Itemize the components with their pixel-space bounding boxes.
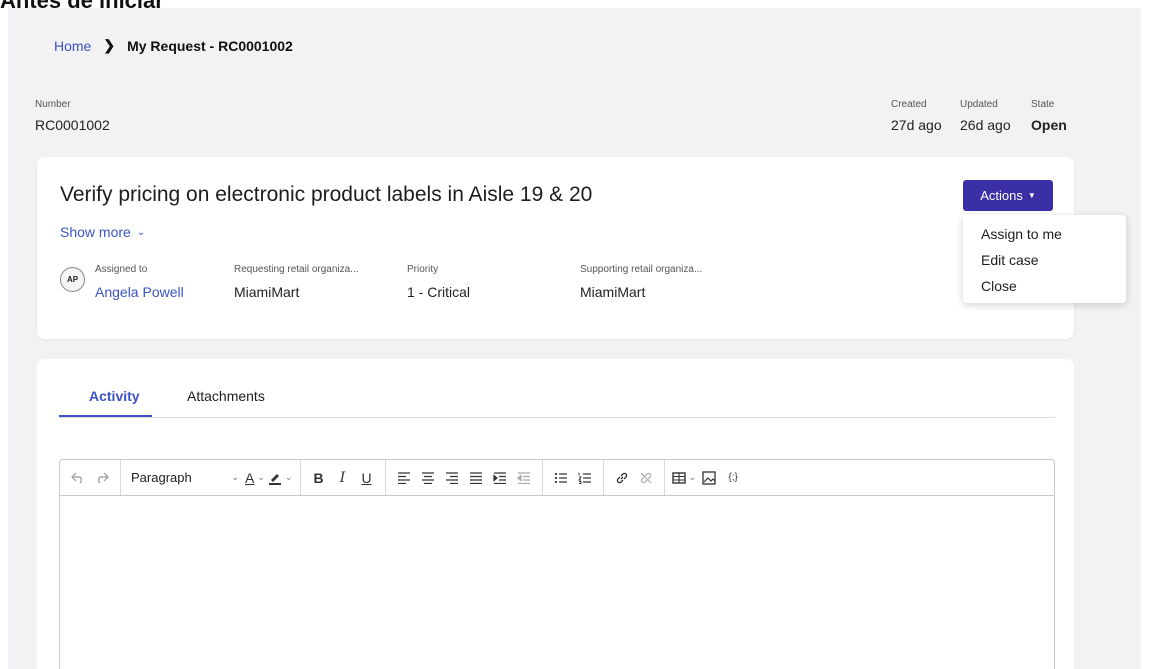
editor-content-area[interactable] — [60, 496, 1054, 669]
chevron-right-icon: ❯ — [103, 37, 116, 53]
show-more-label: Show more — [60, 224, 131, 240]
table-icon[interactable]: ⌄ — [671, 466, 697, 490]
case-card: Verify pricing on electronic product lab… — [37, 157, 1074, 339]
numbered-list-icon[interactable] — [574, 466, 596, 490]
link-icon[interactable] — [611, 466, 633, 490]
menu-item-edit-case[interactable]: Edit case — [963, 251, 1126, 277]
tab-activity[interactable]: Activity — [89, 388, 140, 404]
menu-item-assign-to-me[interactable]: Assign to me — [963, 225, 1126, 251]
active-tab-indicator — [59, 415, 152, 417]
activity-card: Activity Attachments Paragraph ⌄ A ⌄ ⌄ B… — [37, 359, 1074, 669]
breadcrumb: Home ❯ My Request - RC0001002 — [54, 37, 293, 54]
priority-label: Priority — [407, 264, 439, 275]
block-format-value: Paragraph — [131, 470, 192, 485]
source-code-icon[interactable]: {;} — [722, 466, 744, 490]
image-icon[interactable] — [698, 466, 720, 490]
justify-icon[interactable] — [465, 466, 487, 490]
redo-icon[interactable] — [91, 466, 113, 490]
number-value: RC0001002 — [35, 117, 110, 133]
chevron-down-icon: ⌄ — [231, 472, 239, 482]
unlink-icon[interactable] — [635, 466, 657, 490]
chevron-down-icon: ⌄ — [136, 226, 146, 238]
created-label: Created — [891, 99, 927, 110]
tab-bar: Activity Attachments — [59, 381, 1055, 418]
show-more-link[interactable]: Show more ⌄ — [60, 224, 145, 240]
assigned-to-link[interactable]: Angela Powell — [95, 284, 184, 300]
insert-group: ⌄ {;} — [665, 460, 752, 495]
history-group — [60, 460, 121, 495]
breadcrumb-home-link[interactable]: Home — [54, 38, 91, 54]
caret-down-icon: ▼ — [1027, 191, 1036, 200]
underline-icon[interactable]: U — [356, 466, 378, 490]
align-center-icon[interactable] — [417, 466, 439, 490]
chevron-down-icon: ⌄ — [688, 472, 697, 482]
chevron-down-icon: ⌄ — [285, 472, 293, 482]
bold-icon[interactable]: B — [308, 466, 330, 490]
chevron-down-icon: ⌄ — [257, 472, 265, 482]
alignment-group — [386, 460, 543, 495]
requesting-org-label: Requesting retail organiza... — [234, 264, 359, 275]
updated-value: 26d ago — [960, 117, 1011, 133]
bullet-list-icon[interactable] — [550, 466, 572, 490]
align-right-icon[interactable] — [441, 466, 463, 490]
text-color-glyph: A — [245, 469, 255, 486]
breadcrumb-current: My Request - RC0001002 — [127, 37, 293, 54]
list-group — [543, 460, 604, 495]
style-group: B I U — [301, 460, 386, 495]
tab-attachments[interactable]: Attachments — [187, 388, 265, 404]
actions-label: Actions — [980, 188, 1023, 203]
supporting-org-label: Supporting retail organiza... — [580, 264, 703, 275]
app-window: Home ❯ My Request - RC0001002 Number RC0… — [8, 8, 1141, 669]
highlight-icon[interactable]: ⌄ — [268, 466, 293, 490]
editor-toolbar: Paragraph ⌄ A ⌄ ⌄ B I U ⌄ {;} — [60, 460, 1054, 496]
outdent-icon[interactable] — [513, 466, 535, 490]
priority-value: 1 - Critical — [407, 284, 471, 300]
italic-icon[interactable]: I — [332, 466, 354, 490]
supporting-org-value: MiamiMart — [580, 284, 646, 300]
rich-text-editor: Paragraph ⌄ A ⌄ ⌄ B I U ⌄ {;} — [59, 459, 1055, 669]
requesting-org-value: MiamiMart — [234, 284, 300, 300]
actions-dropdown-menu: Assign to me Edit case Close — [963, 215, 1126, 303]
menu-item-close[interactable]: Close — [963, 277, 1126, 303]
indent-icon[interactable] — [489, 466, 511, 490]
updated-label: Updated — [960, 99, 998, 110]
actions-button[interactable]: Actions ▼ — [963, 180, 1053, 211]
avatar: AP — [60, 267, 85, 292]
text-color-icon[interactable]: A ⌄ — [244, 466, 266, 490]
state-value: Open — [1031, 117, 1067, 133]
format-group: Paragraph ⌄ A ⌄ ⌄ — [121, 460, 301, 495]
align-left-icon[interactable] — [393, 466, 415, 490]
link-group — [604, 460, 665, 495]
case-title: Verify pricing on electronic product lab… — [60, 183, 593, 206]
number-label: Number — [35, 99, 71, 110]
block-format-select[interactable]: Paragraph ⌄ — [127, 470, 243, 485]
state-label: State — [1031, 99, 1055, 110]
created-value: 27d ago — [891, 117, 942, 133]
assigned-to-label: Assigned to — [95, 264, 148, 275]
undo-icon[interactable] — [67, 466, 89, 490]
